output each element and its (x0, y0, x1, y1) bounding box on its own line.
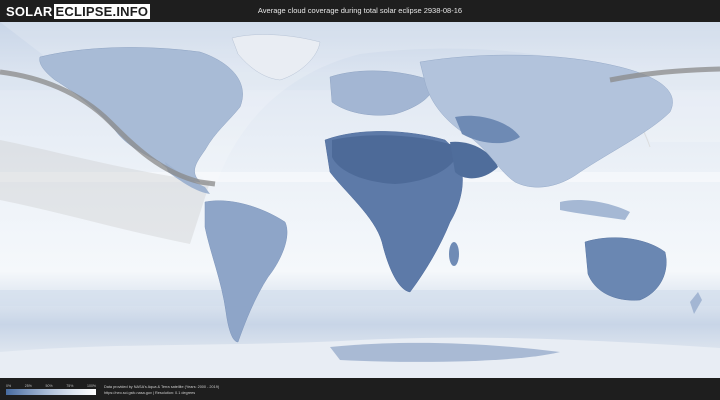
madagascar (449, 242, 459, 266)
data-credits: Data provided by NASA's Aqua & Terra sat… (104, 384, 219, 396)
legend-tick: 75% (66, 384, 74, 388)
cloud-cover-legend: 0% 25% 50% 75% 100% (6, 384, 96, 395)
legend-tick: 50% (45, 384, 53, 388)
world-map-svg (0, 22, 720, 378)
legend-tick: 100% (87, 384, 96, 388)
legend-tick: 25% (24, 384, 32, 388)
legend-tick: 0% (6, 384, 12, 388)
credits-line-2: https://neo.sci.gsfc.nasa.gov | Resoluti… (104, 391, 196, 395)
page-title: Average cloud coverage during total sola… (257, 6, 463, 15)
header-bar: SOLAR ECLIPSE.INFO Average cloud coverag… (0, 0, 720, 22)
legend-color-bar (6, 389, 96, 395)
footer-bar: 0% 25% 50% 75% 100% Data provided by NAS… (0, 378, 720, 400)
cloud-coverage-map (0, 22, 720, 378)
